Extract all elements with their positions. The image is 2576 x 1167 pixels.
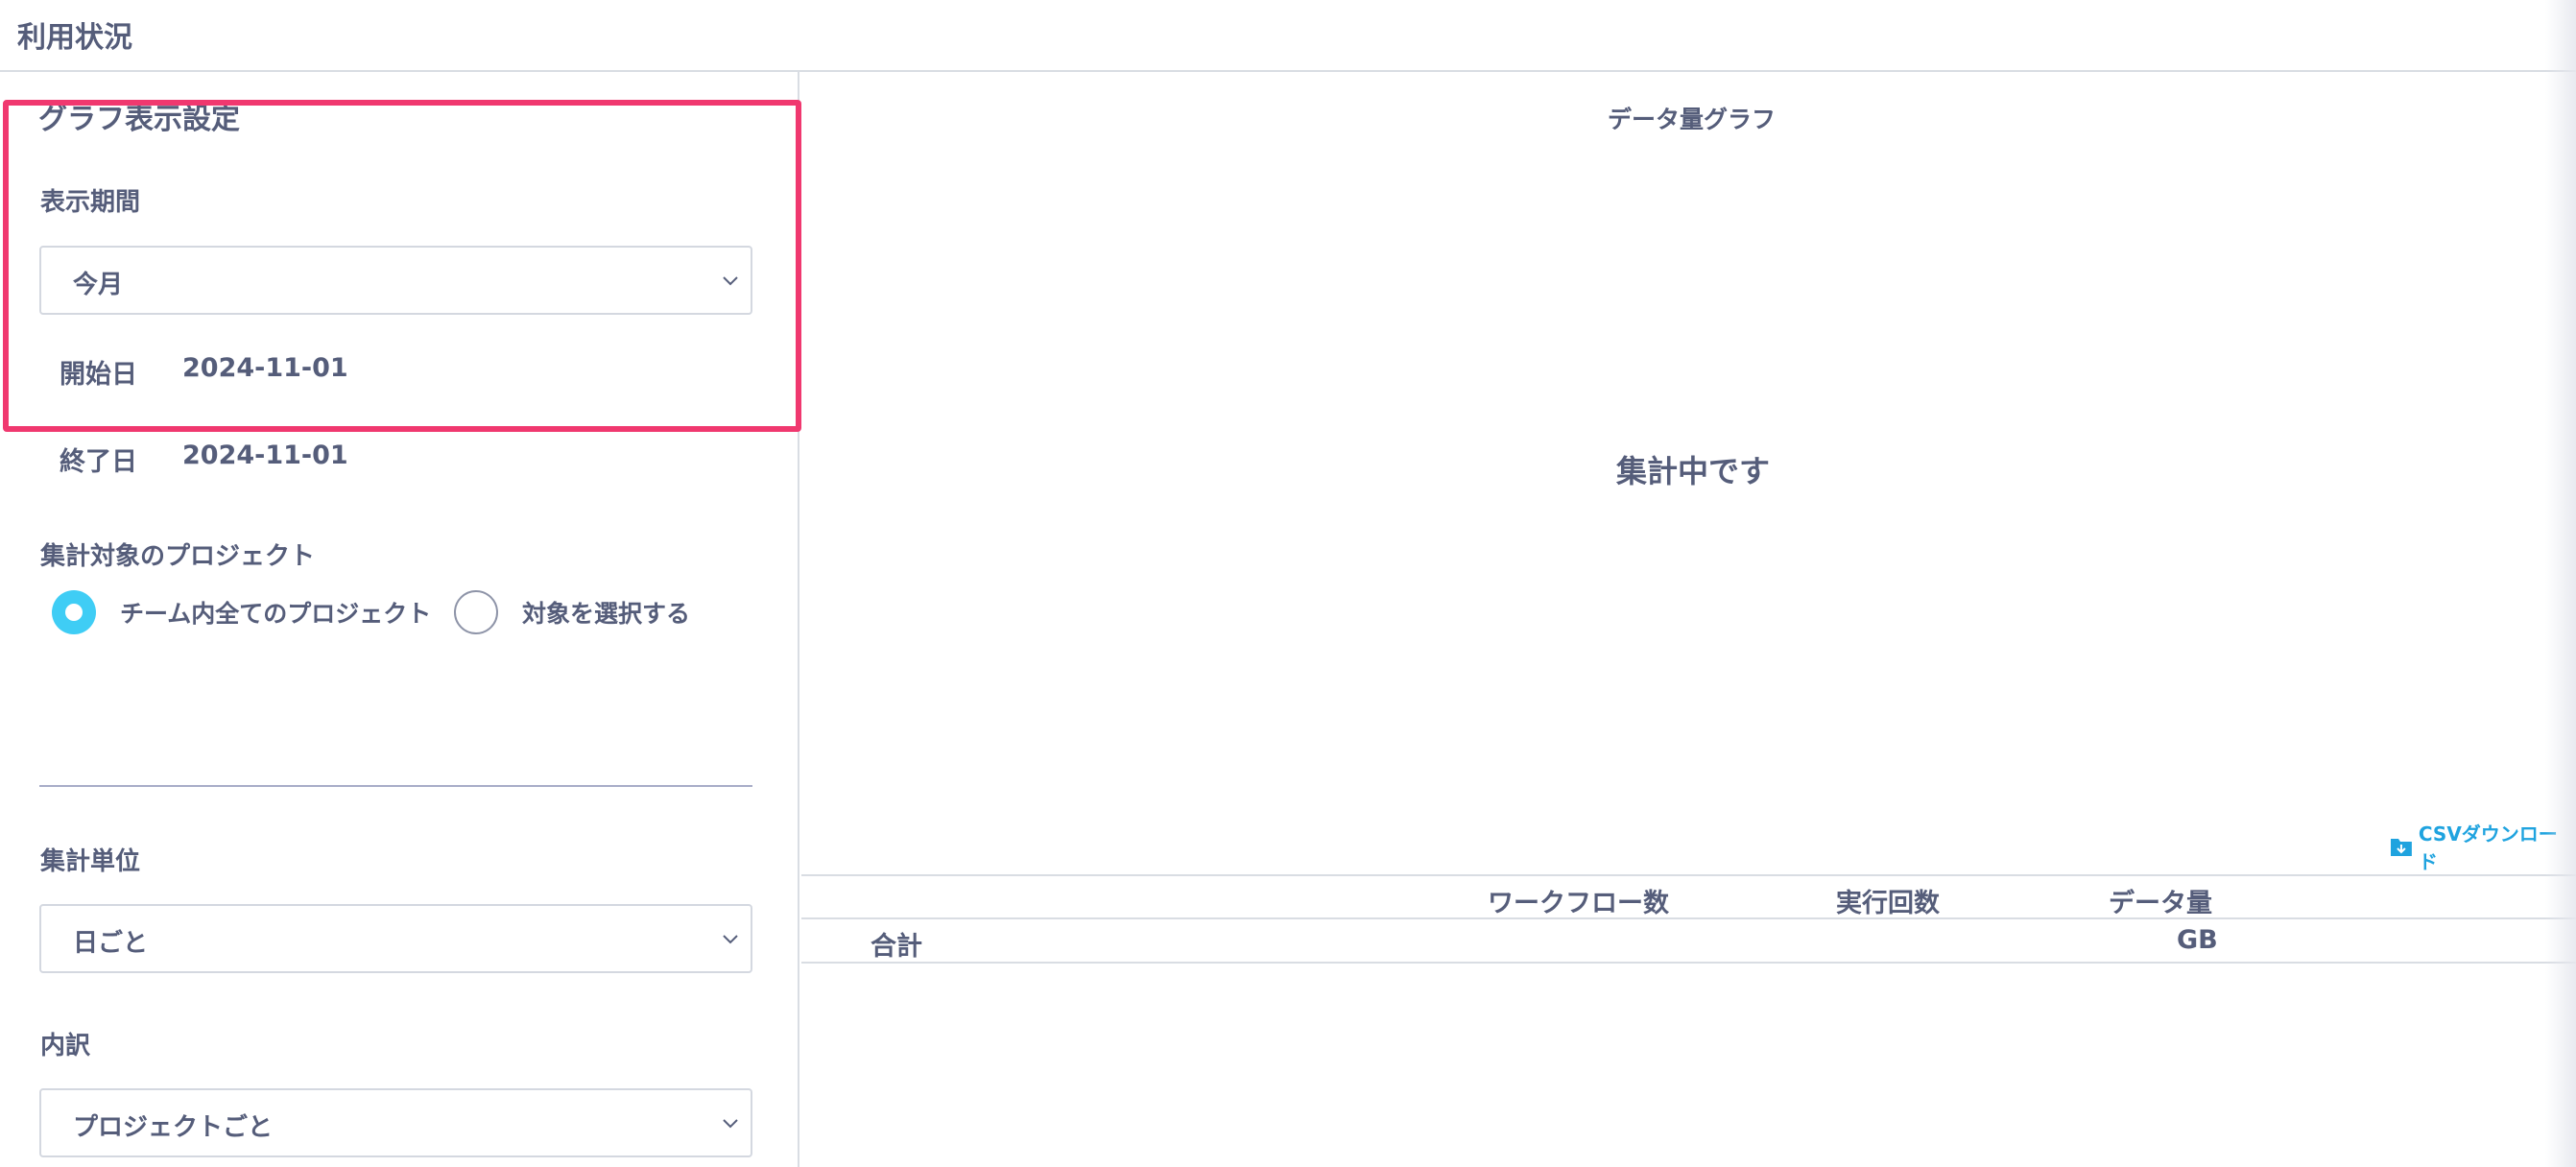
row-total-data: GB: [2177, 925, 2218, 955]
radio-all-projects-label[interactable]: チーム内全てのプロジェクト: [120, 595, 431, 630]
breakdown-label: 内訳: [40, 1032, 91, 1060]
period-select-value: 今月: [73, 271, 124, 299]
start-date-value: 2024-11-01: [182, 353, 348, 383]
radio-select-projects[interactable]: [454, 590, 498, 634]
page-header: 利用状況: [0, 0, 2576, 72]
page-title: 利用状況: [17, 21, 132, 55]
row-total-label: 合計: [871, 932, 922, 962]
chart-status: 集計中です: [1616, 453, 1771, 489]
header-workflows: ワークフロー数: [1488, 889, 1669, 918]
period-select[interactable]: 今月: [39, 246, 752, 315]
chevron-down-icon: [723, 1119, 738, 1129]
scroll-shadow: [2545, 0, 2576, 1167]
projects-label: 集計対象のプロジェクト: [40, 542, 316, 571]
header-runs: 実行回数: [1836, 889, 1940, 918]
table-row: 合計 GB: [801, 919, 2576, 964]
chevron-down-icon: [723, 935, 738, 944]
radio-select-projects-label[interactable]: 対象を選択する: [522, 595, 690, 630]
breakdown-select-value: プロジェクトごと: [73, 1113, 274, 1142]
period-label: 表示期間: [40, 188, 141, 217]
chart-title: データ量グラフ: [1608, 106, 1777, 133]
start-date-label: 開始日: [60, 360, 137, 390]
folder-download-icon: [2390, 839, 2412, 856]
unit-select[interactable]: 日ごと: [39, 904, 752, 973]
chevron-down-icon: [723, 276, 738, 286]
header-data: データ量: [2109, 889, 2212, 918]
breakdown-select[interactable]: プロジェクトごと: [39, 1088, 752, 1157]
unit-label: 集計単位: [40, 847, 141, 876]
end-date-value: 2024-11-01: [182, 441, 348, 470]
radio-all-projects[interactable]: [52, 590, 96, 634]
end-date-label: 終了日: [60, 447, 137, 477]
table-header-row: ワークフロー数 実行回数 データ量: [801, 874, 2576, 919]
unit-select-value: 日ごと: [73, 929, 149, 958]
settings-divider: [39, 785, 752, 787]
